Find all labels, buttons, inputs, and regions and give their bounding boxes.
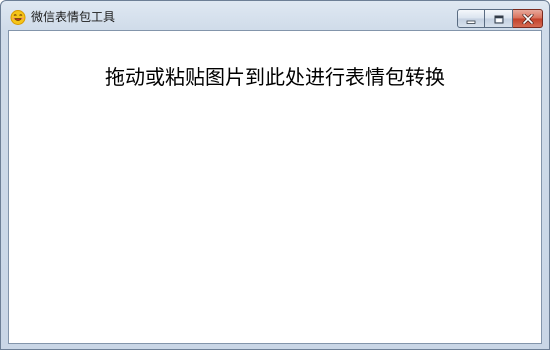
close-button[interactable]: [513, 9, 543, 28]
title-bar[interactable]: 微信表情包工具: [1, 1, 549, 30]
drop-hint-label: 拖动或粘贴图片到此处进行表情包转换: [105, 65, 445, 89]
emoji-face-icon: [10, 9, 26, 25]
minimize-icon: [466, 9, 476, 28]
caption-buttons: [457, 9, 543, 28]
maximize-icon: [494, 9, 504, 28]
window-title: 微信表情包工具: [31, 10, 116, 24]
maximize-button[interactable]: [485, 9, 513, 28]
close-icon: [522, 9, 534, 28]
app-window: 微信表情包工具 拖动或粘贴图片到此处进行表情包转换: [0, 0, 550, 350]
minimize-button[interactable]: [457, 9, 485, 28]
drop-zone[interactable]: 拖动或粘贴图片到此处进行表情包转换: [8, 30, 542, 344]
